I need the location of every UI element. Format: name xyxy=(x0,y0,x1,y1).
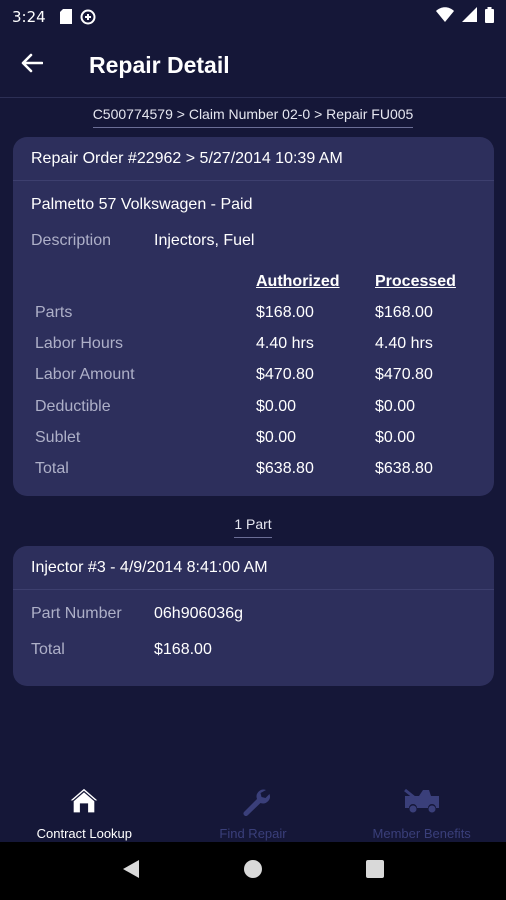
table-row: Labor Hours 4.40 hrs 4.40 hrs xyxy=(31,328,485,359)
processed-value: 4.40 hrs xyxy=(375,334,433,352)
cost-table: Authorized Processed Parts $168.00 $168.… xyxy=(31,267,485,485)
authorized-value: $168.00 xyxy=(256,303,314,321)
repair-order-header: Repair Order #22962 > 5/27/2014 10:39 AM xyxy=(13,137,494,181)
battery-icon xyxy=(485,6,494,27)
bottom-nav: Contract Lookup Find Repair Member Benef… xyxy=(0,780,506,842)
table-row: Parts $168.00 $168.00 xyxy=(31,297,485,328)
recents-square-icon[interactable] xyxy=(366,859,385,883)
table-row: Deductible $0.00 $0.00 xyxy=(31,391,485,422)
table-row: Sublet $0.00 $0.00 xyxy=(31,422,485,453)
nav-label: Contract Lookup xyxy=(36,826,133,841)
back-button[interactable] xyxy=(0,33,64,98)
part-number-label: Part Number xyxy=(31,605,122,622)
part-total-label: Total xyxy=(31,641,65,658)
table-row: Labor Amount $470.80 $470.80 xyxy=(31,360,485,391)
cost-header-spacer xyxy=(31,267,256,297)
app-bar: Repair Detail xyxy=(0,33,506,98)
tow-truck-icon xyxy=(403,786,441,821)
cost-table-header: Authorized Processed xyxy=(31,267,485,297)
processed-value: $0.00 xyxy=(375,397,416,415)
system-nav-bar xyxy=(0,842,506,900)
authorized-value: $0.00 xyxy=(256,428,297,446)
nav-contract-lookup[interactable]: Contract Lookup xyxy=(0,780,169,842)
authorized-header: Authorized xyxy=(256,273,340,290)
breadcrumb: C500774579 > Claim Number 02-0 > Repair … xyxy=(0,106,506,128)
status-bar: 3:24 xyxy=(0,0,506,33)
part-card[interactable]: Injector #3 - 4/9/2014 8:41:00 AM Part N… xyxy=(13,546,494,686)
page-title: Repair Detail xyxy=(89,51,230,78)
part-number-value: 06h906036g xyxy=(154,605,243,622)
wrench-icon xyxy=(236,786,270,821)
arrow-left-icon xyxy=(21,53,44,78)
authorized-value: $0.00 xyxy=(256,397,297,415)
status-icons xyxy=(436,6,494,27)
processed-value: $470.80 xyxy=(375,366,433,384)
row-label: Parts xyxy=(35,303,73,321)
home-icon xyxy=(67,786,101,821)
processed-value: $0.00 xyxy=(375,428,416,446)
authorized-value: 4.40 hrs xyxy=(256,334,314,352)
row-label: Deductible xyxy=(35,397,111,415)
signal-icon xyxy=(462,7,477,26)
nav-label: Member Benefits xyxy=(372,826,471,841)
table-row: Total $638.80 $638.80 xyxy=(31,453,485,484)
row-label: Sublet xyxy=(35,428,81,446)
back-triangle-icon[interactable] xyxy=(122,859,140,884)
description-label: Description xyxy=(31,232,112,249)
shop-name: Palmetto 57 Volkswagen - Paid xyxy=(31,196,253,213)
wifi-icon xyxy=(436,7,454,26)
authorized-value: $470.80 xyxy=(256,366,314,384)
authorized-value: $638.80 xyxy=(256,460,314,478)
row-label: Labor Hours xyxy=(35,334,124,352)
nav-label: Find Repair xyxy=(219,826,287,841)
part-total-value: $168.00 xyxy=(154,641,212,658)
processed-header: Processed xyxy=(375,273,456,290)
data-saver-icon xyxy=(80,9,96,25)
nav-find-repair[interactable]: Find Repair xyxy=(169,780,338,842)
row-label: Total xyxy=(35,460,69,478)
status-time: 3:24 xyxy=(12,7,46,26)
parts-count-text: 1 Part xyxy=(234,516,272,538)
parts-count-label: 1 Part xyxy=(0,516,506,538)
sd-card-icon xyxy=(59,9,72,24)
nav-member-benefits[interactable]: Member Benefits xyxy=(337,780,506,842)
processed-value: $638.80 xyxy=(375,460,433,478)
breadcrumb-text[interactable]: C500774579 > Claim Number 02-0 > Repair … xyxy=(92,106,414,128)
row-label: Labor Amount xyxy=(35,366,135,384)
part-header: Injector #3 - 4/9/2014 8:41:00 AM xyxy=(13,546,494,590)
home-circle-icon[interactable] xyxy=(243,859,263,884)
repair-order-card: Repair Order #22962 > 5/27/2014 10:39 AM… xyxy=(13,137,494,496)
processed-value: $168.00 xyxy=(375,303,433,321)
description-value: Injectors, Fuel xyxy=(154,232,255,249)
